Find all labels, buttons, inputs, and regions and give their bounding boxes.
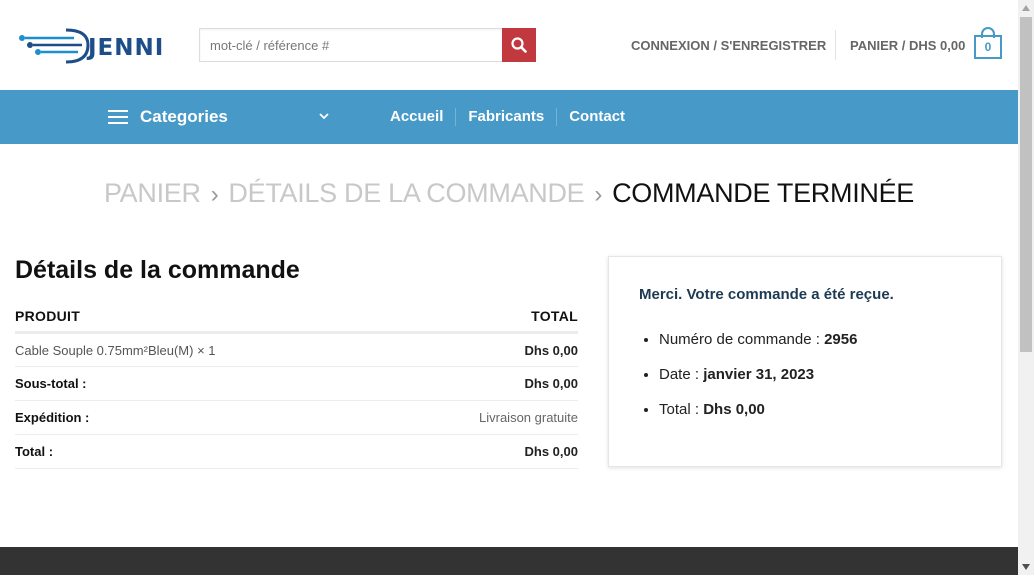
search-button[interactable]	[502, 28, 536, 62]
product-total: Dhs 0,00	[391, 332, 578, 367]
breadcrumb-cart[interactable]: PANIER	[104, 178, 201, 208]
checkout-breadcrumb: PANIER › DÉTAILS DE LA COMMANDE › COMMANDE T…	[0, 178, 1018, 209]
scroll-up-arrow-icon[interactable]	[1018, 0, 1034, 16]
order-date-label: Date :	[659, 366, 700, 383]
login-register-link[interactable]: CONNEXION / S'ENREGISTRER	[631, 38, 826, 53]
nav-link-accueil[interactable]: Accueil	[378, 108, 455, 126]
list-item: Total : Dhs 0,00	[659, 400, 857, 419]
logo[interactable]: JENNI	[18, 22, 168, 68]
shipping-label: Expédition :	[15, 400, 392, 435]
product-name[interactable]: Cable Souple 0.75mm²Bleu(M) × 1	[15, 332, 392, 367]
order-number-value: 2956	[824, 331, 858, 348]
breadcrumb-separator: ›	[210, 181, 219, 208]
order-total-label: Total :	[659, 401, 700, 418]
order-overview-list: Numéro de commande : 2956 Date : janvier…	[659, 330, 857, 435]
column-header-product: PRODUIT	[15, 300, 392, 334]
total-value: Dhs 0,00	[391, 434, 578, 469]
site-footer	[0, 547, 1018, 575]
cart-count: 0	[974, 35, 1002, 59]
breadcrumb-order-complete: COMMANDE TERMINÉE	[612, 178, 915, 208]
nav-link-contact[interactable]: Contact	[556, 108, 637, 126]
subtotal-label: Sous-total :	[15, 366, 392, 401]
nav-link-fabricants[interactable]: Fabricants	[455, 108, 556, 126]
thank-you-message: Merci. Votre commande a été reçue.	[639, 286, 894, 303]
table-row: Cable Souple 0.75mm²Bleu(M) × 1 Dhs 0,00	[15, 332, 578, 367]
subtotal-value: Dhs 0,00	[391, 366, 578, 401]
order-date-value: janvier 31, 2023	[703, 366, 815, 383]
scrollbar-thumb[interactable]	[1020, 17, 1032, 352]
breadcrumb-separator: ›	[594, 181, 603, 208]
scroll-down-arrow-icon[interactable]	[1018, 559, 1034, 575]
column-header-total: TOTAL	[391, 300, 578, 334]
total-label: Total :	[15, 434, 392, 469]
hamburger-icon	[108, 110, 128, 124]
search-icon	[511, 37, 527, 53]
breadcrumb-order-details[interactable]: DÉTAILS DE LA COMMANDE	[228, 178, 584, 208]
page-scrollbar[interactable]	[1018, 0, 1034, 575]
order-total-value: Dhs 0,00	[703, 401, 765, 418]
search-bar	[199, 28, 536, 62]
search-input[interactable]	[199, 28, 502, 62]
table-row: Total : Dhs 0,00	[15, 434, 578, 469]
shipping-value: Livraison gratuite	[391, 400, 578, 435]
table-row: Expédition : Livraison gratuite	[15, 400, 578, 435]
chevron-down-icon	[319, 113, 329, 120]
cart-link[interactable]: PANIER / DHS 0,00	[850, 38, 965, 53]
list-item: Date : janvier 31, 2023	[659, 365, 857, 384]
nav-links: Accueil Fabricants Contact	[378, 90, 637, 144]
cart-bag-icon[interactable]: 0	[974, 27, 1002, 60]
table-header-row: PRODUIT TOTAL	[15, 300, 578, 334]
table-row: Sous-total : Dhs 0,00	[15, 366, 578, 401]
categories-toggle[interactable]: Categories	[108, 90, 330, 144]
main-navbar: Categories Accueil Fabricants Contact	[0, 90, 1018, 144]
list-item: Numéro de commande : 2956	[659, 330, 857, 349]
order-details-title: Détails de la commande	[15, 256, 300, 284]
logo-text: JENNI	[88, 35, 165, 61]
order-received-box: Merci. Votre commande a été reçue. Numér…	[608, 256, 1002, 467]
order-details-table: PRODUIT TOTAL Cable Souple 0.75mm²Bleu(M…	[15, 300, 578, 469]
site-header: JENNI CONNEXION / S'ENREGISTRER PANIER /…	[0, 0, 1018, 90]
header-divider	[835, 30, 836, 60]
order-number-label: Numéro de commande :	[659, 331, 820, 348]
categories-label: Categories	[140, 107, 228, 126]
